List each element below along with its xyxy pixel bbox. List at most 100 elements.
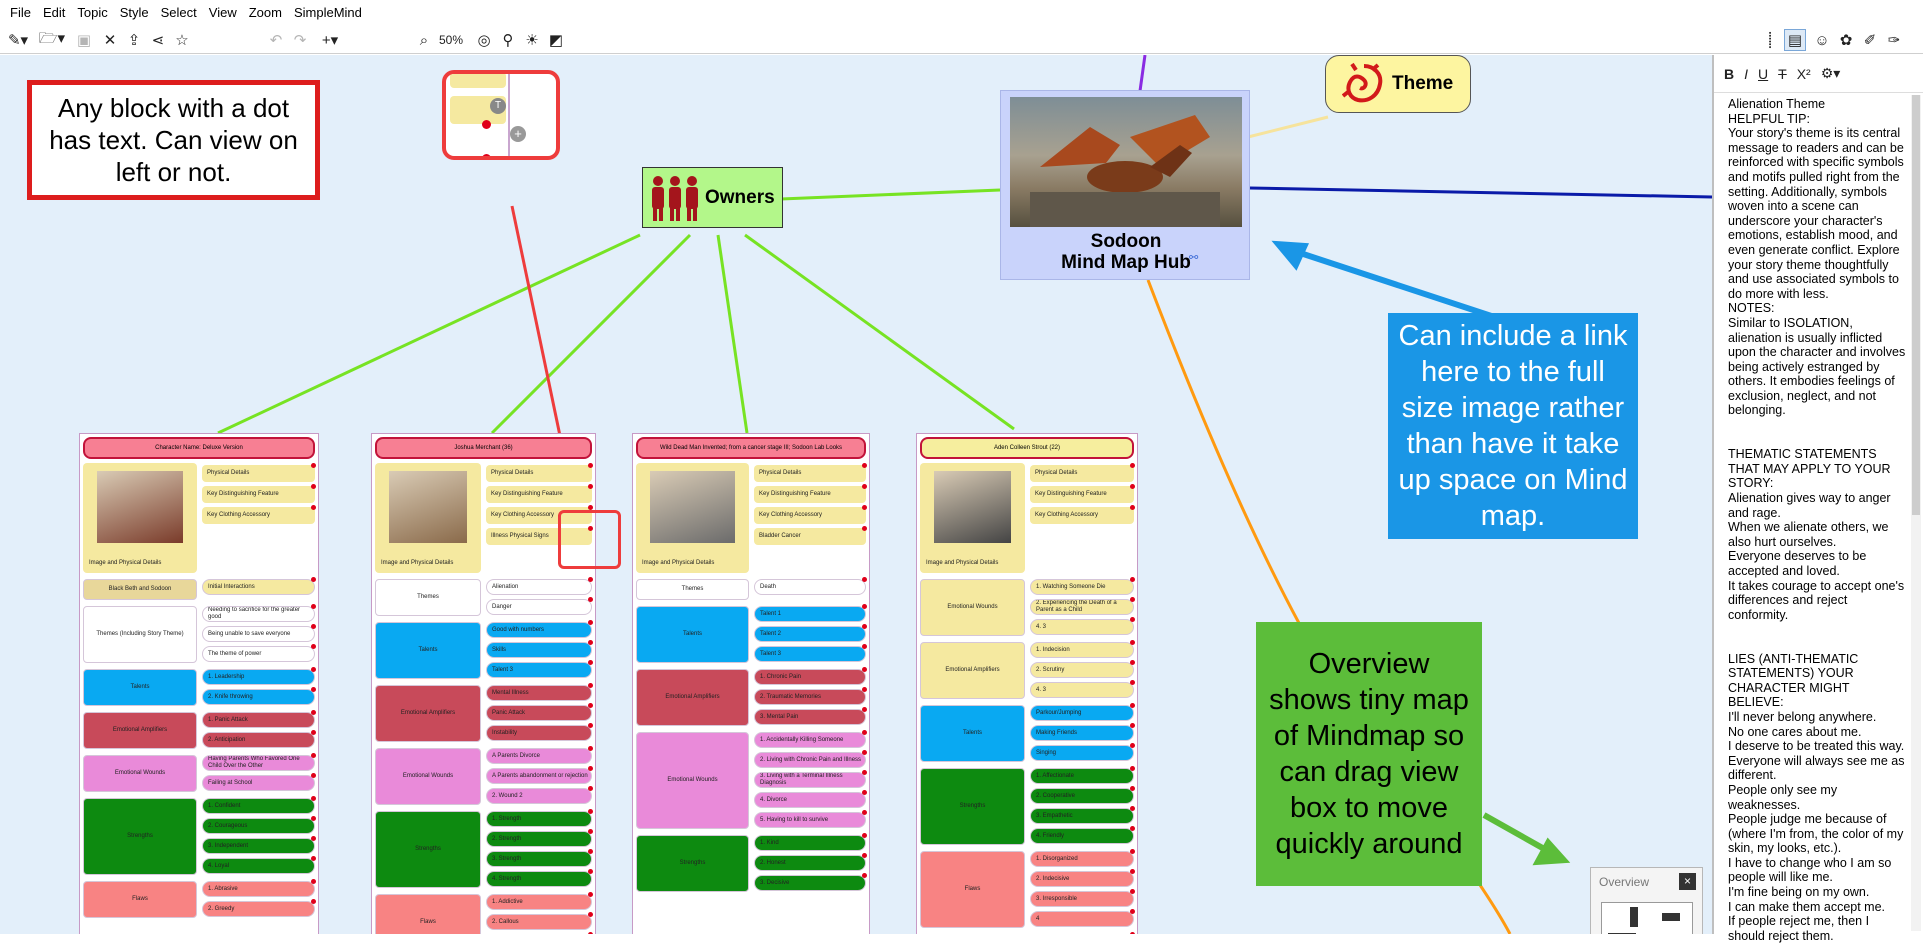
detail-cell[interactable]: 5. Having to kill to survive — [754, 812, 866, 828]
detail-cell[interactable]: 2. Living with Chronic Pain and Illness — [754, 752, 866, 768]
detail-cell[interactable]: Death — [754, 579, 866, 595]
palette-icon[interactable]: ✿ — [1836, 29, 1856, 51]
detail-cell[interactable]: 3. Empathetic — [1030, 808, 1134, 824]
physical-detail-item[interactable]: Key Clothing Accessory — [1030, 507, 1134, 524]
detail-cell[interactable]: 2. Wound 2 — [486, 788, 592, 804]
underline-button[interactable]: U — [1758, 66, 1768, 82]
image-block[interactable]: Image and Physical Details — [375, 463, 481, 573]
menu-select[interactable]: Select — [155, 0, 203, 26]
detail-cell[interactable]: 2. Callous — [486, 914, 592, 930]
category-cell[interactable]: Emotional Wounds — [636, 732, 749, 829]
detail-cell[interactable]: Making Friends — [1030, 725, 1134, 741]
card-header[interactable]: Joshua Merchant (36) — [375, 437, 592, 459]
italic-button[interactable]: I — [1744, 66, 1748, 82]
notes-scrollbar[interactable] — [1911, 95, 1921, 931]
pen-icon[interactable]: ✐ — [1860, 29, 1880, 51]
mindmap-canvas[interactable]: Any block with a dot has text. Can view … — [0, 55, 1712, 934]
physical-detail-item[interactable]: Key Distinguishing Feature — [202, 486, 315, 503]
detail-cell[interactable]: 1. Panic Attack — [202, 712, 315, 728]
save-icon[interactable]: ▣ — [74, 29, 94, 51]
category-cell[interactable]: Emotional Amplifiers — [375, 685, 481, 742]
card-header[interactable]: Wild Dead Man Invented; from a cancer st… — [636, 437, 866, 459]
owners-topic[interactable]: Owners — [642, 167, 783, 228]
detail-cell[interactable]: 3. Strength — [486, 851, 592, 867]
detail-cell[interactable]: A Parents Divorce — [486, 748, 592, 764]
notes-panel-icon[interactable]: ▤ — [1784, 29, 1806, 51]
star-icon[interactable]: ☆ — [172, 29, 192, 51]
character-card[interactable]: Character Name: Deluxe Version Image and … — [79, 433, 319, 934]
category-cell[interactable]: Flaws — [375, 894, 481, 934]
detail-cell[interactable]: Failing at School — [202, 775, 315, 791]
detail-cell[interactable]: 1. Watching Someone Die — [1030, 579, 1134, 595]
link-note-callout[interactable]: Can include a link here to the full size… — [1388, 313, 1638, 539]
detail-cell[interactable]: 4. 3 — [1030, 619, 1134, 635]
physical-detail-item[interactable]: Key Distinguishing Feature — [486, 486, 592, 503]
detail-cell[interactable]: Alienation — [486, 579, 592, 595]
category-cell[interactable]: Emotional Wounds — [920, 579, 1025, 636]
add-topic-icon[interactable]: +▾ — [316, 29, 344, 51]
detail-cell[interactable]: 4. 3 — [1030, 682, 1134, 698]
detail-cell[interactable]: 1. Affectionate — [1030, 768, 1134, 784]
menu-style[interactable]: Style — [114, 0, 155, 26]
detail-cell[interactable]: 2. Traumatic Memories — [754, 689, 866, 705]
detail-cell[interactable]: Talent 3 — [486, 662, 592, 678]
detail-cell[interactable]: Skills — [486, 642, 592, 658]
open-folder-icon[interactable]: 🗁▾ — [38, 29, 66, 51]
export-icon[interactable]: ⇪ — [124, 29, 144, 51]
search-icon[interactable]: ⚲ — [498, 29, 518, 51]
detail-cell[interactable]: 3. Mental Pain — [754, 709, 866, 725]
physical-detail-item[interactable]: Bladder Cancer — [754, 528, 866, 545]
focus-icon[interactable]: ◎ — [474, 29, 494, 51]
theme-topic[interactable]: Theme — [1325, 55, 1471, 113]
physical-detail-item[interactable]: Key Distinguishing Feature — [1030, 486, 1134, 503]
presentation-icon[interactable]: ☀ — [522, 29, 542, 51]
image-block[interactable]: Image and Physical Details — [83, 463, 197, 573]
character-card[interactable]: Joshua Merchant (36) Image and Physical D… — [371, 433, 596, 934]
detail-cell[interactable]: Instability — [486, 725, 592, 741]
detail-cell[interactable]: 2. Strength — [486, 831, 592, 847]
dot-note-callout[interactable]: Any block with a dot has text. Can view … — [27, 80, 320, 200]
category-cell[interactable]: Black Beth and Sodoon — [83, 579, 197, 600]
detail-cell[interactable]: 2. Knife throwing — [202, 689, 315, 705]
detail-cell[interactable]: Being unable to save everyone — [202, 626, 315, 642]
character-card[interactable]: Wild Dead Man Invented; from a cancer st… — [632, 433, 870, 934]
detail-cell[interactable]: A Parents abandonment or rejection — [486, 768, 592, 784]
overview-panel[interactable]: Overview × — [1590, 867, 1703, 934]
menu-topic[interactable]: Topic — [71, 0, 113, 26]
detail-cell[interactable]: 1. Confident — [202, 798, 315, 814]
notes-settings-icon[interactable]: ⚙▾ — [1821, 65, 1841, 82]
menu-zoom[interactable]: Zoom — [243, 0, 288, 26]
category-cell[interactable]: Emotional Wounds — [83, 755, 197, 792]
category-cell[interactable]: Emotional Wounds — [375, 748, 481, 805]
menu-edit[interactable]: Edit — [37, 0, 71, 26]
category-cell[interactable]: Strengths — [920, 768, 1025, 845]
menu-view[interactable]: View — [203, 0, 243, 26]
category-cell[interactable]: Flaws — [920, 851, 1025, 928]
card-header[interactable]: Character Name: Deluxe Version — [83, 437, 315, 459]
detail-cell[interactable]: 2. Anticipation — [202, 732, 315, 748]
detail-cell[interactable]: 3. Irresponsible — [1030, 891, 1134, 907]
detail-cell[interactable]: 1. Indecision — [1030, 642, 1134, 658]
category-cell[interactable]: Strengths — [83, 798, 197, 875]
menu-file[interactable]: File — [4, 0, 37, 26]
character-card[interactable]: Aden Colleen Strout (22) Image and Physic… — [916, 433, 1138, 934]
detail-cell[interactable]: 1. Leadership — [202, 669, 315, 685]
detail-cell[interactable]: 2. Indecisive — [1030, 871, 1134, 887]
detail-cell[interactable]: 3. Decisive — [754, 875, 866, 891]
redo-icon[interactable]: ↷ — [290, 29, 310, 51]
strikethrough-button[interactable]: T — [1778, 66, 1787, 82]
detail-cell[interactable]: 2. Honest — [754, 855, 866, 871]
detail-cell[interactable]: Panic Attack — [486, 705, 592, 721]
detail-cell[interactable]: Talent 1 — [754, 606, 866, 622]
overview-viewbox[interactable] — [1601, 902, 1693, 934]
notes-text[interactable]: Alienation Theme HELPFUL TIP: Your story… — [1728, 97, 1908, 943]
category-cell[interactable]: Emotional Amplifiers — [636, 669, 749, 726]
menu-simplemind[interactable]: SimpleMind — [288, 0, 368, 26]
image-block[interactable]: Image and Physical Details — [920, 463, 1025, 573]
detail-cell[interactable]: The theme of power — [202, 646, 315, 662]
detail-cell[interactable]: 2. Courageous — [202, 818, 315, 834]
image-block[interactable]: Image and Physical Details — [636, 463, 749, 573]
physical-detail-item[interactable]: Physical Details — [754, 465, 866, 482]
detail-cell[interactable]: 1. Strength — [486, 811, 592, 827]
overview-close-button[interactable]: × — [1679, 873, 1696, 890]
